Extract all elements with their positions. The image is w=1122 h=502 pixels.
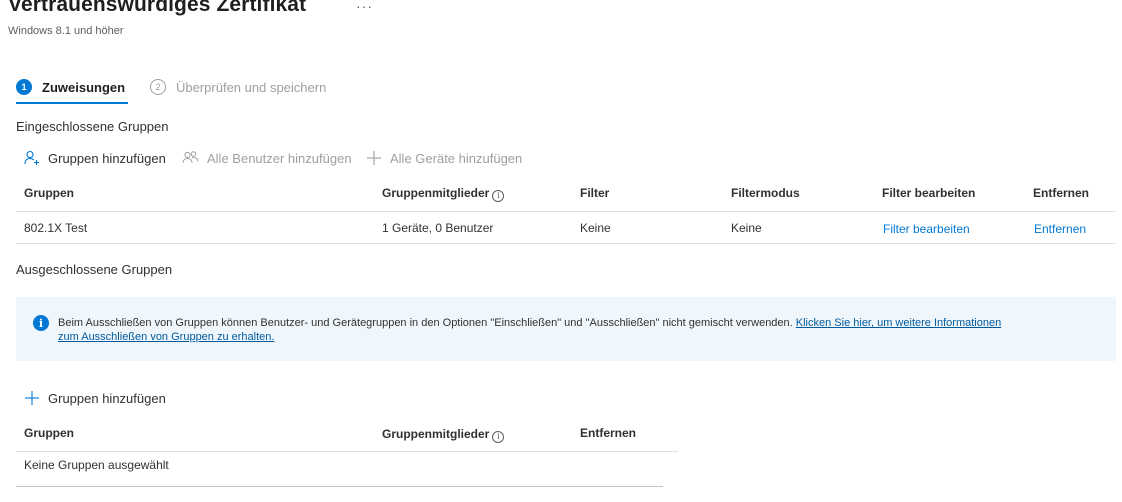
- table-row-divider: [16, 243, 1116, 244]
- included-groups-title: Eingeschlossene Gruppen: [16, 119, 169, 134]
- add-excluded-groups-button[interactable]: Gruppen hinzufügen: [24, 390, 166, 406]
- col-header-members-label: Gruppenmitglieder: [382, 186, 490, 200]
- info-icon[interactable]: i: [492, 189, 505, 202]
- step-label-assignments: Zuweisungen: [42, 79, 126, 95]
- info-banner: i Beim Ausschließen von Gruppen können B…: [16, 297, 1116, 361]
- col-header-groups: Gruppen: [24, 426, 74, 440]
- edit-filter-link[interactable]: Filter bearbeiten: [883, 222, 970, 236]
- col-header-remove: Entfernen: [1033, 186, 1090, 200]
- add-groups-label: Gruppen hinzufügen: [48, 150, 166, 166]
- page-subtitle: Windows 8.1 und höher: [8, 25, 124, 37]
- step-review-save[interactable]: 2 Überprüfen und speichern: [150, 76, 326, 98]
- cell-filter-mode: Keine: [731, 221, 762, 235]
- col-header-members: Gruppenmitglieder i: [382, 186, 505, 202]
- step-number-1: 1: [16, 79, 32, 95]
- step-label-review-save: Überprüfen und speichern: [176, 79, 327, 95]
- empty-state-text: Keine Gruppen ausgewählt: [24, 458, 169, 472]
- col-header-filter-mode: Filtermodus: [731, 186, 800, 200]
- col-header-edit-filter: Filter bearbeiten: [882, 186, 976, 200]
- cell-group-name: 802.1X Test: [24, 221, 88, 235]
- info-banner-text: Beim Ausschließen von Gruppen können Ben…: [58, 316, 1098, 344]
- step-number-2: 2: [150, 79, 166, 95]
- plus-icon: [367, 151, 381, 165]
- col-header-groups: Gruppen: [24, 186, 74, 200]
- add-all-devices-label: Alle Geräte hinzufügen: [390, 150, 523, 166]
- remove-group-link[interactable]: Entfernen: [1034, 222, 1086, 236]
- add-user-icon: [24, 150, 39, 165]
- info-icon[interactable]: i: [492, 430, 505, 443]
- wizard-steps: 1 Zuweisungen 2 Überprüfen und speichern: [16, 76, 616, 104]
- info-icon: i: [33, 315, 49, 331]
- col-header-filter: Filter: [580, 186, 610, 200]
- add-all-users-label: Alle Benutzer hinzufügen: [207, 150, 352, 166]
- table-header-divider: [16, 211, 1116, 212]
- cell-members: 1 Geräte, 0 Benutzer: [382, 221, 494, 235]
- active-step-indicator: [16, 102, 128, 104]
- more-options-button[interactable]: ···: [356, 0, 373, 14]
- add-excluded-groups-label: Gruppen hinzufügen: [48, 390, 166, 406]
- users-icon: [182, 151, 199, 164]
- add-all-devices-button[interactable]: Alle Geräte hinzufügen: [366, 150, 522, 166]
- step-assignments[interactable]: 1 Zuweisungen: [16, 76, 125, 98]
- excluded-groups-title: Ausgeschlossene Gruppen: [16, 262, 173, 277]
- col-header-members-label: Gruppenmitglieder: [382, 427, 490, 441]
- info-banner-message: Beim Ausschließen von Gruppen können Ben…: [58, 317, 793, 329]
- cell-filter: Keine: [580, 221, 611, 235]
- add-all-users-button[interactable]: Alle Benutzer hinzufügen: [182, 150, 352, 166]
- col-header-remove: Entfernen: [580, 426, 637, 440]
- col-header-members: Gruppenmitglieder i: [382, 427, 505, 443]
- table-header-divider: [16, 451, 678, 452]
- plus-icon: [25, 391, 39, 405]
- add-groups-button[interactable]: Gruppen hinzufügen: [24, 150, 166, 166]
- page-title: Vertrauenswürdiges Zertifikat: [8, 0, 307, 16]
- table-bottom-divider: [16, 486, 663, 487]
